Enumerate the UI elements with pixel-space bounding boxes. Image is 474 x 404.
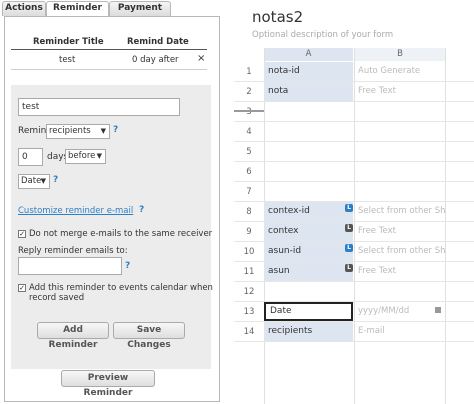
help-icon[interactable]: ? bbox=[53, 175, 58, 185]
column-header-a[interactable]: A bbox=[264, 48, 353, 61]
row-number[interactable]: 2 bbox=[234, 82, 264, 102]
remind-target-select[interactable]: recipients ▼ bbox=[46, 124, 110, 139]
field-name-cell[interactable]: recipients bbox=[264, 322, 353, 341]
field-type-cell[interactable]: E-mail bbox=[355, 322, 445, 341]
remind-date-cell: 0 day after bbox=[132, 55, 179, 65]
sheet-grid: A B 1 nota-id Auto Generate 2 nota Free Text 3… bbox=[234, 48, 474, 404]
table-row[interactable]: 11 asun L Free Text bbox=[234, 262, 474, 282]
link-badge-icon[interactable]: L bbox=[345, 204, 353, 212]
reply-label: Reply reminder emails to: bbox=[18, 246, 128, 256]
table-row[interactable]: 3 bbox=[234, 102, 474, 122]
field-type-cell[interactable]: Free Text bbox=[355, 262, 445, 281]
table-row[interactable]: 2 nota Free Text bbox=[234, 82, 474, 102]
table-row[interactable]: 4 bbox=[234, 122, 474, 142]
add-calendar-label: Add this reminder to events calendar whe… bbox=[29, 283, 213, 293]
field-type-cell[interactable]: Free Text bbox=[355, 222, 445, 241]
reminder-table-header: Reminder Title Remind Date bbox=[11, 35, 207, 50]
table-row[interactable]: 1 nota-id Auto Generate bbox=[234, 62, 474, 82]
delete-icon[interactable]: × bbox=[197, 53, 205, 64]
add-calendar-checkbox[interactable]: ✓ bbox=[18, 284, 26, 292]
help-icon[interactable]: ? bbox=[125, 261, 130, 271]
header-divider bbox=[234, 110, 264, 112]
reminder-title-cell: test bbox=[59, 55, 76, 65]
link-badge-icon[interactable]: L bbox=[345, 244, 353, 252]
field-type-cell[interactable]: Select from other Sheet bbox=[355, 202, 445, 221]
table-row[interactable]: 14 recipients E-mail bbox=[234, 322, 474, 342]
left-panel: Actions Reminder Payment Reminder Title … bbox=[0, 0, 230, 404]
chevron-down-icon: ▼ bbox=[96, 152, 102, 160]
tab-actions[interactable]: Actions bbox=[2, 1, 46, 16]
tab-bar: Actions Reminder Payment bbox=[0, 0, 230, 17]
col-reminder-title: Reminder Title bbox=[33, 37, 104, 47]
reminder-title-input[interactable]: test bbox=[18, 98, 180, 116]
field-value: Date bbox=[21, 176, 42, 186]
form-title[interactable]: notas2 bbox=[252, 8, 303, 26]
no-merge-checkbox[interactable]: ✓ bbox=[18, 230, 26, 238]
chevron-down-icon: ▼ bbox=[40, 177, 46, 185]
table-row[interactable]: 12 bbox=[234, 282, 474, 302]
field-name-cell[interactable]: contex bbox=[264, 222, 353, 241]
col-remind-date: Remind Date bbox=[127, 37, 189, 47]
field-name-cell[interactable]: asun bbox=[264, 262, 353, 281]
table-row[interactable]: 13 Date yyyy/MM/dd bbox=[234, 302, 474, 322]
add-reminder-button[interactable]: Add Reminder bbox=[37, 322, 109, 350]
reminder-panel: Reminder Title Remind Date test 0 day af… bbox=[4, 16, 220, 402]
reply-email-input[interactable] bbox=[18, 257, 122, 275]
column-header-b[interactable]: B bbox=[355, 48, 445, 61]
row-number[interactable]: 11 bbox=[234, 262, 264, 282]
table-row[interactable]: 8contex-idLSelect from other Sheet bbox=[234, 202, 474, 222]
table-row[interactable]: 6 bbox=[234, 162, 474, 182]
customize-email-link[interactable]: Customize reminder e-mail bbox=[18, 206, 133, 216]
link-badge-icon[interactable]: L bbox=[345, 264, 353, 272]
field-name-cell[interactable]: nota bbox=[264, 82, 353, 101]
field-type-cell[interactable]: Auto Generate bbox=[355, 62, 445, 81]
reminder-detail: test Remind recipients ▼ ? 0 days before ▼… bbox=[11, 85, 213, 369]
add-calendar-label-cont: record saved bbox=[29, 293, 85, 303]
tab-payment[interactable]: Payment bbox=[109, 1, 171, 16]
row-number[interactable]: 7 bbox=[234, 182, 264, 202]
row-number[interactable]: 4 bbox=[234, 122, 264, 142]
table-row[interactable]: 10asun-idLSelect from other Sheet bbox=[234, 242, 474, 262]
link-badge-icon[interactable]: L bbox=[345, 224, 353, 232]
field-name-cell[interactable]: asun-id bbox=[264, 242, 353, 261]
timing-select[interactable]: before ▼ bbox=[65, 149, 106, 164]
field-type-cell[interactable]: Free Text bbox=[355, 82, 445, 101]
help-icon[interactable]: ? bbox=[139, 205, 144, 215]
days-input[interactable]: 0 bbox=[18, 148, 43, 166]
remind-target-value: recipients bbox=[49, 126, 91, 136]
field-name-cell[interactable]: contex-id bbox=[264, 202, 353, 221]
form-editor: notas2 Optional description of your form… bbox=[234, 0, 474, 404]
no-merge-label: Do not merge e-mails to the same receive… bbox=[29, 229, 213, 239]
table-row[interactable]: 7 bbox=[234, 182, 474, 202]
save-changes-button[interactable]: Save Changes bbox=[113, 322, 185, 350]
table-row[interactable]: test 0 day after × bbox=[11, 50, 207, 70]
row-number[interactable]: 14 bbox=[234, 322, 264, 342]
reminder-table: Reminder Title Remind Date test 0 day af… bbox=[11, 35, 207, 70]
chevron-down-icon: ▼ bbox=[100, 127, 106, 135]
field-type-cell[interactable]: yyyy/MM/dd bbox=[355, 302, 445, 321]
row-number[interactable]: 1 bbox=[234, 62, 264, 82]
row-number[interactable]: 12 bbox=[234, 282, 264, 302]
help-icon[interactable]: ? bbox=[113, 125, 118, 135]
form-description[interactable]: Optional description of your form bbox=[252, 30, 393, 40]
calendar-icon[interactable] bbox=[435, 307, 441, 313]
row-number[interactable]: 9 bbox=[234, 222, 264, 242]
row-number[interactable]: 5 bbox=[234, 142, 264, 162]
table-row[interactable]: 9 contex L Free Text bbox=[234, 222, 474, 242]
field-select[interactable]: Date ▼ bbox=[18, 174, 50, 189]
row-number[interactable]: 8 bbox=[234, 202, 264, 222]
tab-reminder[interactable]: Reminder bbox=[46, 1, 109, 17]
row-number[interactable]: 3 bbox=[234, 102, 264, 122]
field-type-cell[interactable]: Select from other Sheet bbox=[355, 242, 445, 261]
field-name-cell[interactable]: Date bbox=[264, 302, 353, 321]
timing-value: before bbox=[68, 151, 96, 161]
preview-reminder-button[interactable]: Preview Reminder bbox=[61, 370, 155, 398]
field-name-cell[interactable]: nota-id bbox=[264, 62, 353, 81]
table-row[interactable]: 5 bbox=[234, 142, 474, 162]
row-number[interactable]: 6 bbox=[234, 162, 264, 182]
row-number[interactable]: 10 bbox=[234, 242, 264, 262]
row-number[interactable]: 13 bbox=[234, 302, 264, 322]
